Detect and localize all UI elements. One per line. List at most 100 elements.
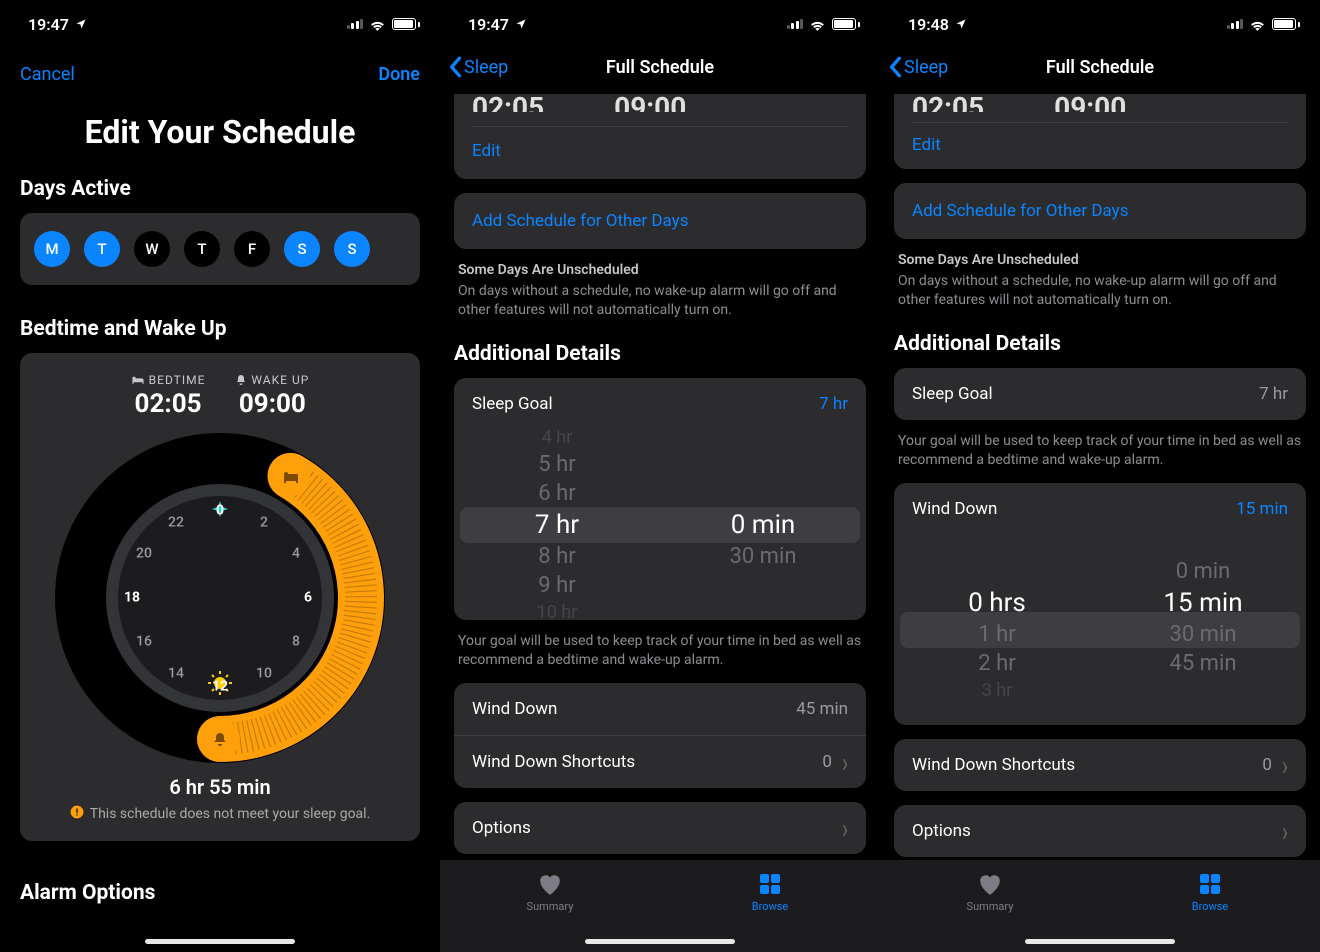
add-schedule-card[interactable]: Add Schedule for Other Days	[894, 183, 1306, 239]
wind-down-row[interactable]: Wind Down 15 min	[894, 483, 1306, 535]
chevron-right-icon: ›	[1282, 817, 1288, 845]
wind-down-card: Wind Down 15 min 0 hrs 1 hr 2 hr 3 hr 0 …	[894, 483, 1306, 725]
day-thu[interactable]: T	[184, 231, 220, 267]
svg-text:14: 14	[168, 666, 184, 682]
schedule-times: 02:0509:00	[454, 94, 866, 112]
svg-text:12: 12	[212, 679, 228, 695]
screen-full-schedule-winddown: 19:48 Sleep Full Schedule 02:0509:00 Edi…	[880, 0, 1320, 952]
heart-icon	[977, 872, 1003, 896]
sleep-goal-card[interactable]: Sleep Goal 7 hr	[894, 368, 1306, 420]
back-button[interactable]: Sleep	[448, 56, 508, 78]
sleep-goal-card: Sleep Goal 7 hr 4 hr 5 hr 6 hr 7 hr 8 hr…	[454, 378, 866, 620]
day-mon[interactable]: M	[34, 231, 70, 267]
chevron-right-icon: ›	[842, 814, 848, 842]
wind-down-shortcuts-row[interactable]: Wind Down Shortcuts 0›	[894, 739, 1306, 791]
bedtime-card: BEDTIME 02:05 WAKE UP 09:00	[20, 353, 420, 841]
wakeup-label: WAKE UP	[235, 373, 309, 387]
battery-icon	[392, 18, 420, 30]
additional-details-header: Additional Details	[880, 310, 1320, 368]
alarm-options-label: Alarm Options	[0, 841, 440, 905]
home-indicator[interactable]	[585, 939, 735, 944]
svg-text:4: 4	[292, 546, 300, 562]
tab-bar: Summary Browse	[880, 860, 1320, 952]
bedtime-section-label: Bedtime and Wake Up	[0, 285, 440, 353]
chevron-right-icon: ›	[1282, 751, 1288, 779]
goal-warning: This schedule does not meet your sleep g…	[46, 805, 395, 823]
sleep-goal-picker[interactable]: 4 hr 5 hr 6 hr 7 hr 8 hr 9 hr 10 hr 0 mi…	[454, 430, 866, 620]
goal-caption: Your goal will be used to keep track of …	[440, 620, 880, 684]
bedtime-label: BEDTIME	[131, 373, 206, 387]
status-bar: 19:47	[440, 0, 880, 42]
status-bar: 19:48	[880, 0, 1320, 42]
svg-text:20: 20	[136, 546, 152, 562]
back-button[interactable]: Sleep	[888, 56, 948, 78]
svg-text:18: 18	[124, 590, 140, 606]
grid-icon	[1198, 872, 1222, 896]
edit-link[interactable]: Edit	[454, 127, 866, 179]
minutes-picker-col[interactable]: 0 min 30 min	[660, 430, 866, 620]
minutes-picker-col[interactable]: 0 min 15 min 30 min 45 min	[1100, 535, 1306, 725]
day-fri[interactable]: F	[234, 231, 270, 267]
nav-bar: Sleep Full Schedule	[440, 42, 880, 94]
sleep-goal-row[interactable]: Sleep Goal 7 hr	[894, 368, 1306, 420]
options-row[interactable]: Options ›	[894, 805, 1306, 857]
days-active-label: Days Active	[0, 177, 440, 213]
options-row[interactable]: Options ›	[454, 802, 866, 854]
wind-down-shortcuts-row[interactable]: Wind Down Shortcuts 0›	[454, 735, 866, 788]
schedule-card: 02:0509:00 Edit	[894, 94, 1306, 169]
cell-signal-icon	[787, 19, 804, 29]
options-card[interactable]: Options ›	[894, 805, 1306, 857]
cell-signal-icon	[347, 19, 364, 29]
status-time: 19:47	[468, 15, 509, 34]
bed-icon	[131, 375, 145, 385]
edit-link[interactable]: Edit	[894, 123, 1306, 169]
home-indicator[interactable]	[145, 939, 295, 944]
wifi-icon	[1249, 18, 1266, 31]
day-wed[interactable]: W	[134, 231, 170, 267]
heart-icon	[537, 872, 563, 896]
location-icon	[75, 15, 87, 34]
location-icon	[515, 15, 527, 34]
wind-down-card: Wind Down 45 min Wind Down Shortcuts 0›	[454, 683, 866, 788]
shortcuts-card[interactable]: Wind Down Shortcuts 0›	[894, 739, 1306, 791]
done-button[interactable]: Done	[378, 64, 420, 85]
chevron-left-icon	[448, 56, 462, 78]
days-active-card: M T W T F S S	[20, 213, 420, 285]
schedule-card: 02:0509:00 Edit	[454, 94, 866, 179]
options-card[interactable]: Options ›	[454, 802, 866, 854]
modal-nav: Cancel Done	[0, 42, 440, 95]
status-time: 19:47	[28, 15, 69, 34]
day-sun[interactable]: S	[334, 231, 370, 267]
wind-down-row[interactable]: Wind Down 45 min	[454, 683, 866, 735]
wind-down-picker[interactable]: 0 hrs 1 hr 2 hr 3 hr 0 min 15 min 30 min…	[894, 535, 1306, 725]
sleep-goal-row[interactable]: Sleep Goal 7 hr	[454, 378, 866, 430]
cancel-button[interactable]: Cancel	[20, 64, 75, 85]
svg-text:2: 2	[260, 515, 268, 531]
grid-icon	[758, 872, 782, 896]
day-tue[interactable]: T	[84, 231, 120, 267]
sleep-duration: 6 hr 55 min	[169, 775, 270, 799]
svg-text:10: 10	[256, 666, 272, 682]
wakeup-value: 09:00	[235, 389, 309, 419]
tab-bar: Summary Browse	[440, 860, 880, 952]
svg-text:16: 16	[136, 634, 152, 650]
schedule-times: 02:0509:00	[894, 94, 1306, 112]
add-schedule-card[interactable]: Add Schedule for Other Days	[454, 193, 866, 249]
sleep-clock-dial[interactable]: 0 2 4 6 8 10 12 14 16 18 20 22	[55, 433, 385, 763]
status-bar: 19:47	[0, 0, 440, 42]
day-sat[interactable]: S	[284, 231, 320, 267]
add-schedule-link[interactable]: Add Schedule for Other Days	[454, 193, 866, 249]
bedtime-value: 02:05	[131, 389, 206, 419]
warning-icon	[70, 805, 84, 823]
home-indicator[interactable]	[1025, 939, 1175, 944]
hours-picker-col[interactable]: 0 hrs 1 hr 2 hr 3 hr	[894, 535, 1100, 725]
unscheduled-caption: Some Days Are Unscheduled On days withou…	[880, 239, 1320, 310]
add-schedule-link[interactable]: Add Schedule for Other Days	[894, 183, 1306, 239]
cell-signal-icon	[1227, 19, 1244, 29]
chevron-left-icon	[888, 56, 902, 78]
location-icon	[955, 15, 967, 34]
bell-icon	[235, 374, 247, 386]
hours-picker-col[interactable]: 4 hr 5 hr 6 hr 7 hr 8 hr 9 hr 10 hr	[454, 430, 660, 620]
page-title: Edit Your Schedule	[0, 95, 440, 177]
screen-full-schedule-goal: 19:47 Sleep Full Schedule 02:0509:00 Edi…	[440, 0, 880, 952]
